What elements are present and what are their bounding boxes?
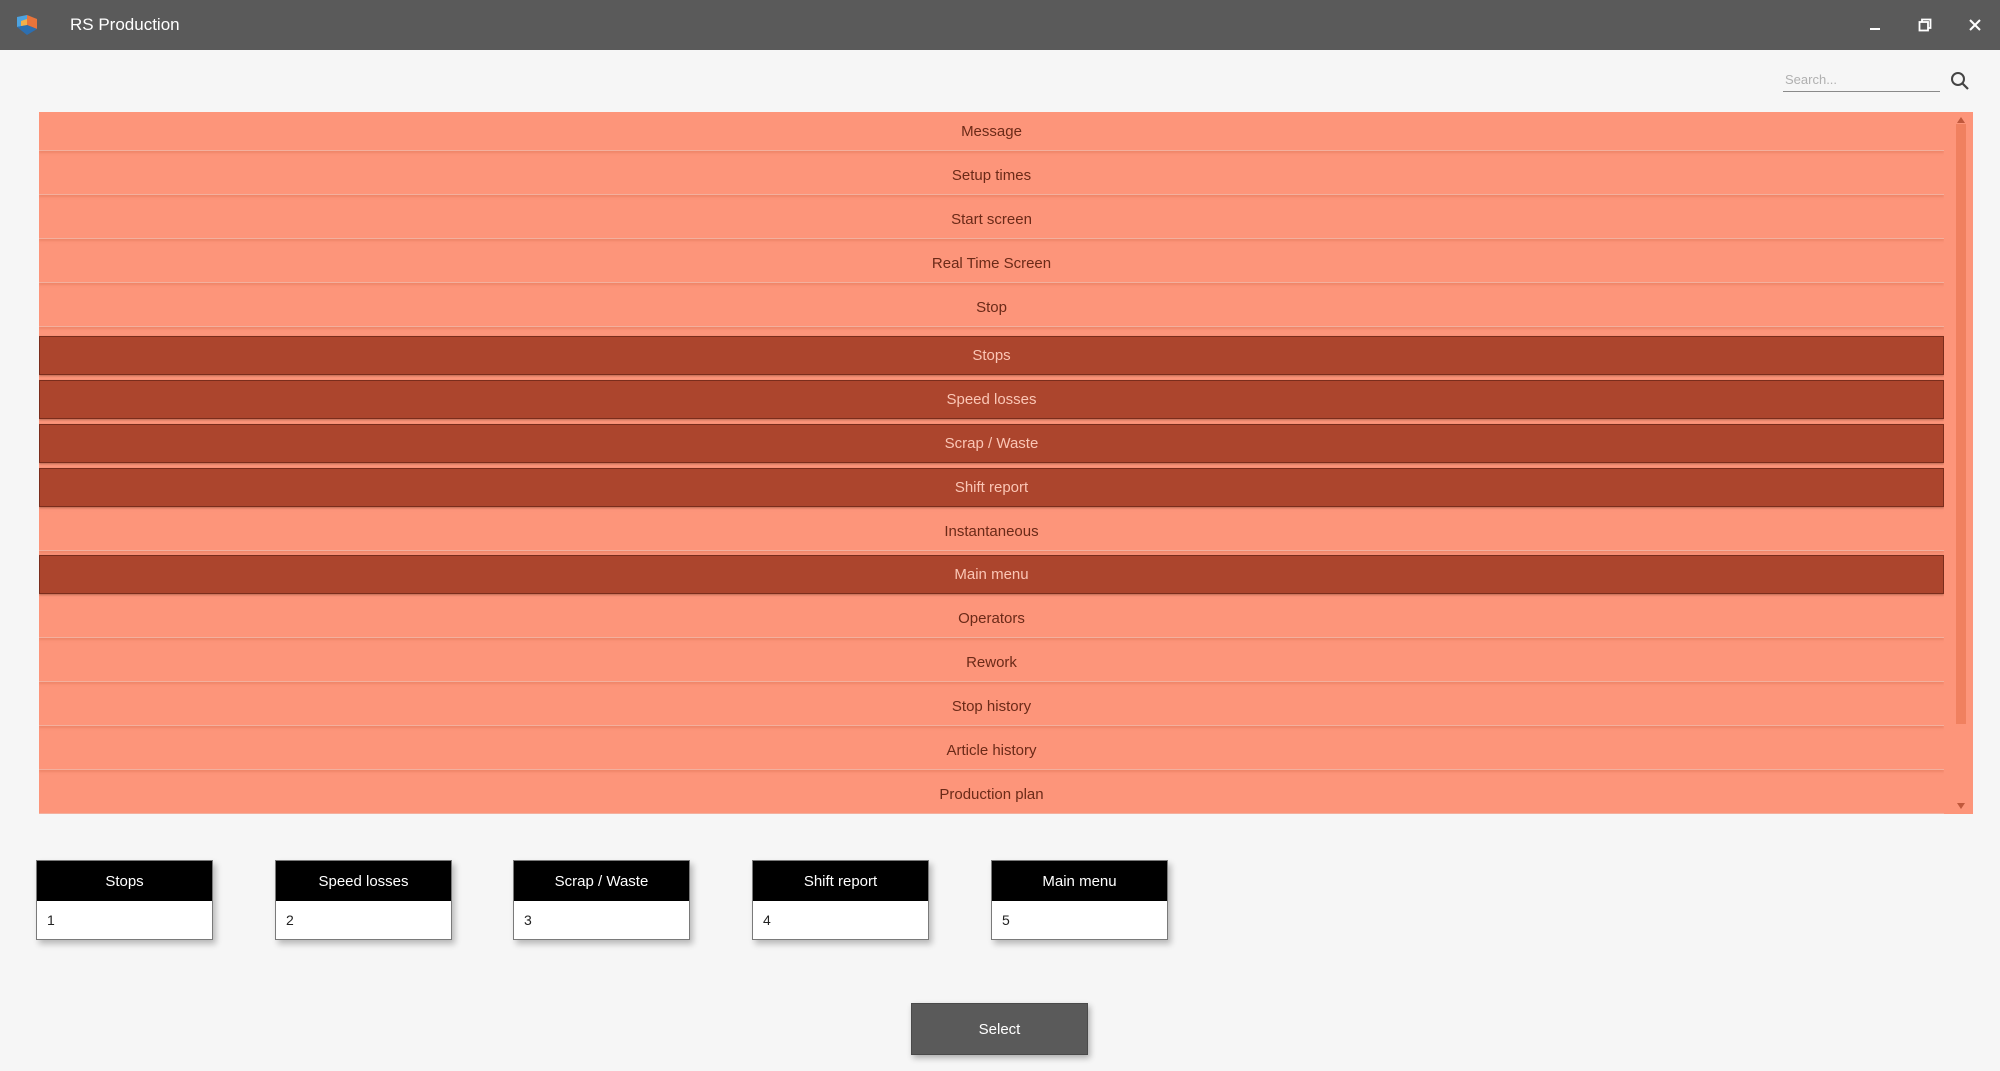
search-box — [1783, 68, 1943, 92]
list-item[interactable]: Production plan — [39, 775, 1944, 814]
minimize-icon — [1870, 28, 1880, 30]
selection-card-5[interactable]: Main menu 5 — [991, 860, 1168, 940]
minimize-button[interactable] — [1850, 0, 1900, 50]
list-scrollbar[interactable] — [1944, 112, 1973, 814]
list-item-selected[interactable]: Speed losses — [39, 380, 1944, 419]
list-item-selected[interactable]: Shift report — [39, 468, 1944, 507]
list-item[interactable]: Message — [39, 112, 1944, 151]
list-item-selected[interactable]: Stops — [39, 336, 1944, 375]
card-title: Speed losses — [276, 861, 451, 901]
list-item[interactable]: Start screen — [39, 200, 1944, 239]
list-item[interactable]: Real Time Screen — [39, 244, 1944, 283]
card-title: Main menu — [992, 861, 1167, 901]
close-icon — [1969, 19, 1981, 31]
card-number: 3 — [524, 912, 532, 928]
card-number: 1 — [47, 912, 55, 928]
card-number: 2 — [286, 912, 294, 928]
select-button[interactable]: Select — [911, 1003, 1088, 1055]
app-logo-icon — [15, 13, 39, 37]
screen-list[interactable]: Message Setup times Start screen Real Ti… — [39, 112, 1973, 814]
close-button[interactable] — [1950, 0, 2000, 50]
scroll-thumb[interactable] — [1956, 124, 1966, 724]
list-item-selected[interactable]: Main menu — [39, 555, 1944, 594]
list-item[interactable]: Article history — [39, 731, 1944, 770]
selection-card-4[interactable]: Shift report 4 — [752, 860, 929, 940]
card-title: Shift report — [753, 861, 928, 901]
card-title: Stops — [37, 861, 212, 901]
selection-card-2[interactable]: Speed losses 2 — [275, 860, 452, 940]
restore-icon — [1918, 18, 1932, 32]
selection-card-3[interactable]: Scrap / Waste 3 — [513, 860, 690, 940]
list-item[interactable]: Instantaneous — [39, 512, 1944, 551]
window-title: RS Production — [70, 15, 180, 34]
search-input[interactable] — [1783, 68, 1940, 92]
list-item[interactable]: Stop — [39, 288, 1944, 327]
scroll-down-icon[interactable] — [1954, 800, 1968, 812]
list-item[interactable]: Stop history — [39, 687, 1944, 726]
card-number: 5 — [1002, 912, 1010, 928]
list-item[interactable]: Rework — [39, 643, 1944, 682]
list-item-selected[interactable]: Scrap / Waste — [39, 424, 1944, 463]
card-number: 4 — [763, 912, 771, 928]
card-title: Scrap / Waste — [514, 861, 689, 901]
title-bar: RS Production — [0, 0, 2000, 50]
restore-button[interactable] — [1900, 0, 1950, 50]
list-item[interactable]: Setup times — [39, 156, 1944, 195]
selection-card-1[interactable]: Stops 1 — [36, 860, 213, 940]
search-icon[interactable] — [1950, 71, 1970, 91]
list-item[interactable]: Operators — [39, 599, 1944, 638]
